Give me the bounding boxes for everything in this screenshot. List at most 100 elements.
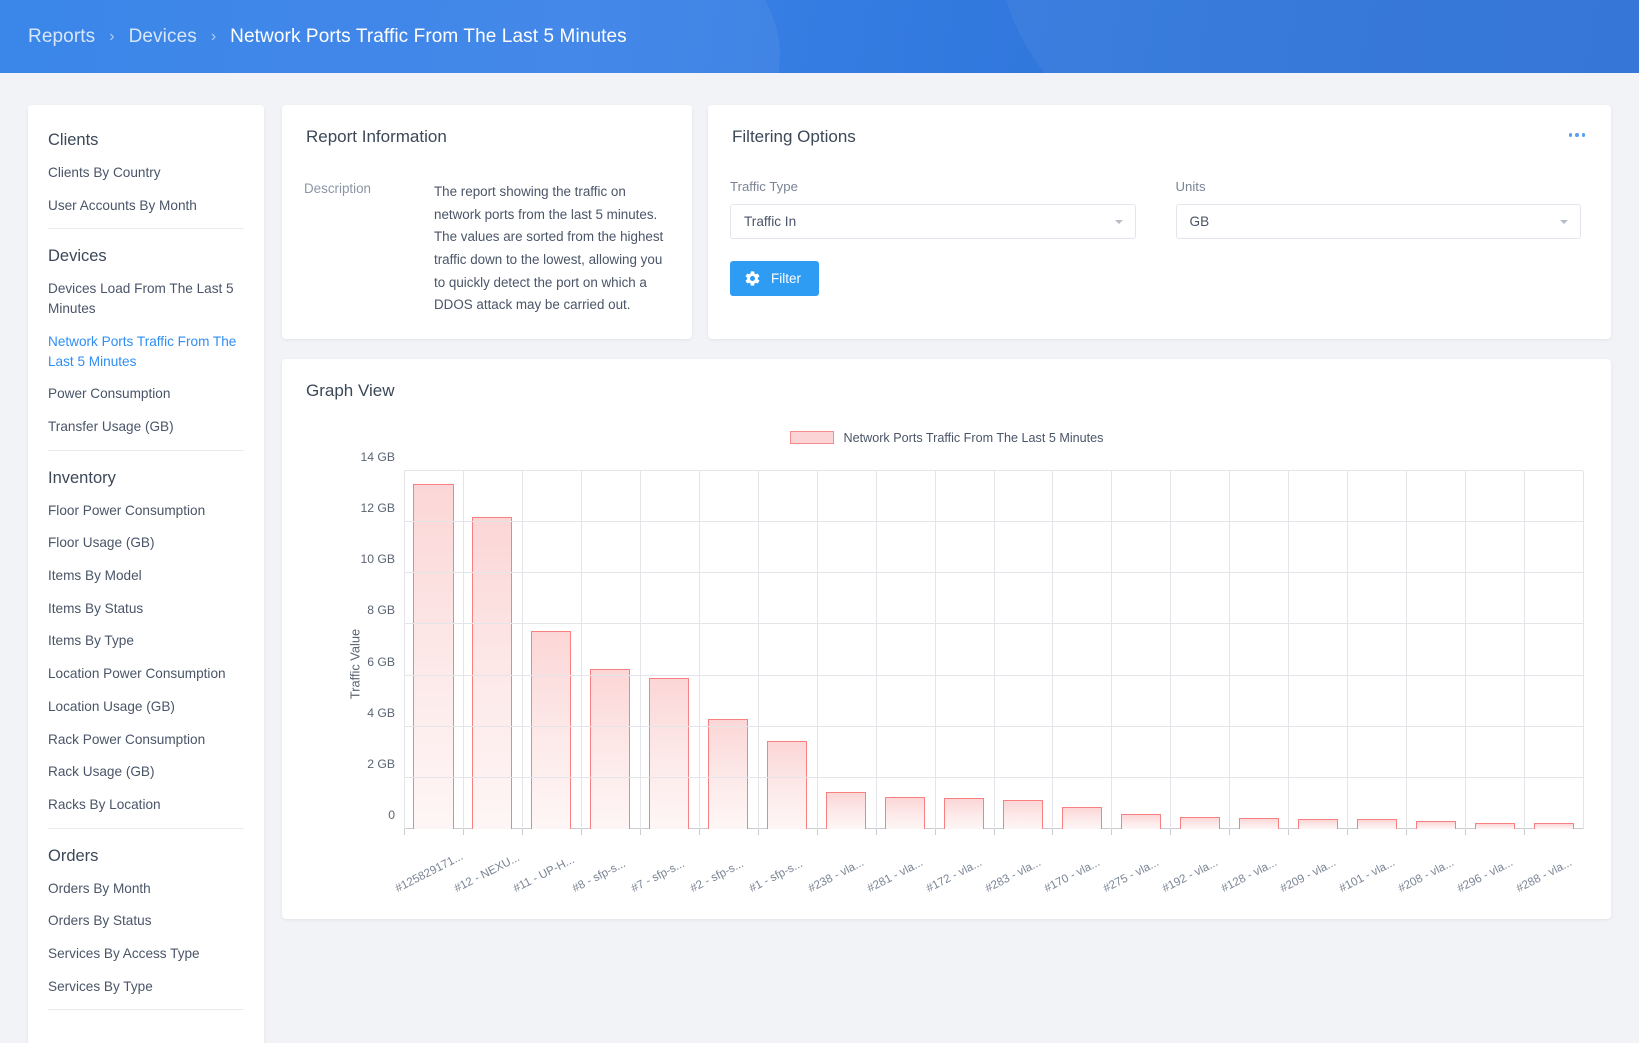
bar-slot: [580, 471, 640, 835]
sidebar-group-title-devices: Devices: [48, 247, 107, 266]
bar-slot: [875, 471, 935, 835]
x-axis-tick-label: #11 - UP-H...: [511, 853, 577, 895]
sidebar-item-services-by-access-type[interactable]: Services By Access Type: [48, 944, 244, 964]
bar[interactable]: [531, 630, 572, 829]
filter-button[interactable]: Filter: [730, 261, 819, 296]
units-select[interactable]: GB: [1175, 204, 1581, 239]
bar[interactable]: [944, 798, 985, 829]
sidebar-item-user-accounts-by-month[interactable]: User Accounts By Month: [48, 196, 244, 216]
bar-slot: [462, 471, 522, 835]
traffic-type-label: Traffic Type: [730, 179, 798, 194]
bar[interactable]: [885, 796, 926, 829]
bar[interactable]: [1002, 799, 1044, 829]
ellipsis-icon[interactable]: [1565, 129, 1590, 141]
bar[interactable]: [649, 678, 690, 829]
sidebar-group-title-orders: Orders: [48, 846, 99, 865]
bar[interactable]: [767, 740, 808, 829]
breadcrumb-item-devices[interactable]: Devices: [129, 26, 197, 48]
bar-slot: [1465, 471, 1524, 835]
y-axis-tick-label: 4 GB: [367, 705, 395, 720]
breadcrumb-item-reports[interactable]: Reports: [28, 26, 95, 48]
y-axis-tick-label: 14 GB: [360, 449, 395, 464]
sidebar-item-items-by-status[interactable]: Items By Status: [48, 599, 244, 619]
grid-line-vertical: [521, 470, 523, 829]
y-axis-tick-label: 6 GB: [367, 654, 395, 669]
grid-line-vertical: [875, 470, 877, 829]
sidebar-item-location-power-consumption[interactable]: Location Power Consumption: [48, 664, 244, 684]
x-axis-tick-label: #7 - sfp-s...: [629, 857, 687, 895]
x-axis-labels: #125829171... #12 - NEXU... #11 - UP-H... #…: [394, 829, 1583, 895]
sidebar-item-racks-by-location[interactable]: Racks By Location: [48, 795, 244, 815]
bar[interactable]: [1061, 807, 1102, 829]
bar[interactable]: [1120, 813, 1161, 829]
sidebar-divider: [48, 1009, 244, 1011]
sidebar-item-clients-by-country[interactable]: Clients By Country: [48, 163, 244, 183]
sidebar-divider: [48, 228, 244, 230]
sidebar-divider: [48, 827, 244, 829]
sidebar-item-items-by-model[interactable]: Items By Model: [48, 566, 244, 586]
sidebar-item-rack-power-consumption[interactable]: Rack Power Consumption: [48, 730, 244, 750]
bar-slot: [1052, 471, 1111, 835]
sidebar-item-orders-by-month[interactable]: Orders By Month: [48, 879, 244, 899]
filtering-options-title: Filtering Options: [732, 127, 856, 146]
bar[interactable]: [1179, 817, 1220, 829]
traffic-type-value: Traffic In: [744, 214, 797, 229]
sidebar-item-floor-power-consumption[interactable]: Floor Power Consumption: [48, 501, 244, 521]
sidebar-group-inventory: Inventory Floor Power Consumption Floor …: [48, 469, 244, 815]
sidebar-group-title-clients: Clients: [48, 131, 99, 149]
x-axis-tick-label: #209 - vla...: [1277, 855, 1338, 895]
grid-line-vertical: [993, 470, 995, 829]
sidebar-item-power-consumption[interactable]: Power Consumption: [48, 384, 244, 404]
bar-slot: [1111, 471, 1170, 835]
bar[interactable]: [1415, 821, 1456, 829]
chevron-down-icon: [1114, 219, 1123, 224]
bar[interactable]: [590, 669, 631, 829]
grid-line-vertical: [1111, 470, 1113, 829]
bar[interactable]: [1297, 818, 1338, 829]
grid-line-vertical: [698, 470, 700, 829]
bar-slot: [639, 471, 699, 835]
traffic-type-select[interactable]: Traffic In: [730, 204, 1136, 239]
bar[interactable]: [708, 718, 749, 829]
page-title: Network Ports Traffic From The Last 5 Mi…: [230, 25, 627, 47]
x-axis-tick-label: #101 - vla...: [1336, 855, 1397, 895]
sidebar-item-rack-usage-gb[interactable]: Rack Usage (GB): [48, 762, 244, 782]
x-axis-tick-label: #288 - vla...: [1513, 855, 1574, 895]
x-axis-tick-label: #2 - sfp-s...: [688, 857, 746, 895]
sidebar-group-orders: Orders Orders By Month Orders By Status …: [48, 847, 244, 997]
x-axis-tick-label: #275 - vla...: [1100, 855, 1161, 895]
filter-button-label: Filter: [771, 271, 801, 286]
bar[interactable]: [472, 516, 513, 829]
sidebar-item-network-ports-traffic-from-the-last-5-minutes[interactable]: Network Ports Traffic From The Last 5 Mi…: [48, 332, 244, 371]
y-axis-tick-label: 2 GB: [367, 756, 395, 771]
y-axis-label: Traffic Value: [347, 628, 363, 700]
sidebar-item-items-by-type[interactable]: Items By Type: [48, 631, 244, 651]
sidebar-item-location-usage-gb[interactable]: Location Usage (GB): [48, 697, 244, 717]
ellipsis-dot: [1575, 133, 1579, 137]
grid-line-vertical: [462, 470, 464, 829]
description-label: Description: [304, 181, 371, 196]
sidebar-item-transfer-usage-gb[interactable]: Transfer Usage (GB): [48, 417, 244, 437]
bar-slot: [1347, 471, 1406, 835]
graph-view-card: Graph View Network Ports Traffic From Th…: [282, 358, 1611, 919]
report-information-card: Report Information Description The repor…: [282, 105, 692, 339]
top-header-bar: Reports › Devices › Network Ports Traffi…: [0, 0, 1639, 73]
bar[interactable]: [826, 791, 867, 829]
breadcrumb-separator-icon: ›: [210, 27, 217, 45]
bar-slot: [404, 471, 463, 835]
grid-line-vertical: [404, 470, 405, 829]
x-axis-tick-label: #8 - sfp-s...: [570, 857, 628, 895]
y-axis-tick-label: 8 GB: [367, 603, 395, 618]
bar-chart: Network Ports Traffic From The Last 5 Mi…: [302, 419, 1591, 909]
bar[interactable]: [1356, 819, 1397, 829]
sidebar-item-services-by-type[interactable]: Services By Type: [48, 977, 244, 997]
grid-line-vertical: [816, 470, 818, 829]
x-axis-tick-label: #281 - vla...: [865, 855, 926, 895]
sidebar-item-devices-load-from-the-last-5-minutes[interactable]: Devices Load From The Last 5 Minutes: [48, 279, 244, 318]
sidebar-item-orders-by-status[interactable]: Orders By Status: [48, 911, 244, 931]
bar-slot: [993, 471, 1053, 835]
filter-fields-row: Traffic Type Traffic In Units GB: [708, 147, 1611, 239]
sidebar-item-floor-usage-gb[interactable]: Floor Usage (GB): [48, 533, 244, 553]
bar[interactable]: [1238, 818, 1279, 829]
chevron-down-icon: [1560, 219, 1568, 224]
